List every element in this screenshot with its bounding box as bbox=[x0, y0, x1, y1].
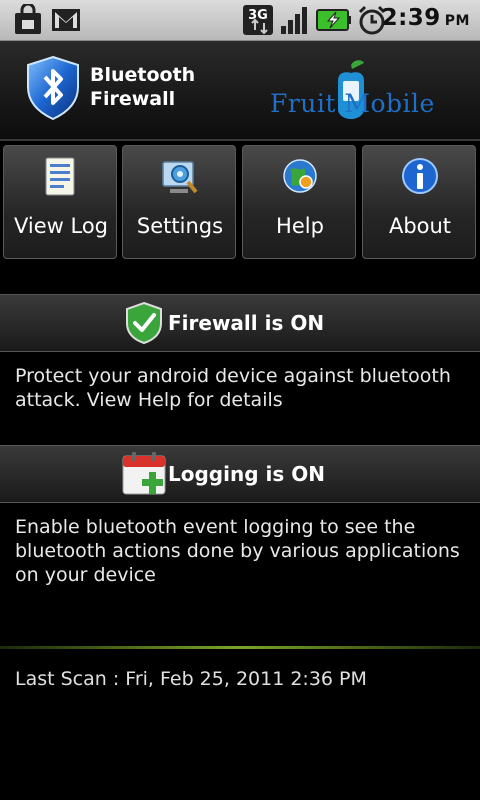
firewall-description: Protect your android device against blue… bbox=[15, 365, 451, 411]
status-bar: 3G 2:39 PM bbox=[0, 0, 480, 41]
calendar-add-icon bbox=[122, 452, 166, 495]
help-globe-icon bbox=[283, 159, 317, 193]
app-header: Bluetooth Firewall Fruit Mobile bbox=[0, 41, 480, 141]
shopping-bag-icon bbox=[15, 4, 41, 34]
help-label: Help bbox=[276, 214, 324, 238]
app-title-line2: Firewall bbox=[90, 88, 176, 110]
info-icon bbox=[402, 158, 438, 194]
last-scan-text: Last Scan : Fri, Feb 25, 2011 2:36 PM bbox=[15, 668, 367, 690]
settings-label: Settings bbox=[136, 214, 224, 238]
shield-check-icon bbox=[126, 301, 162, 345]
divider bbox=[0, 646, 480, 649]
clock-time: 2:39 bbox=[381, 5, 441, 31]
clock-ampm: PM bbox=[444, 13, 470, 29]
firewall-status-label: Firewall is ON bbox=[168, 311, 325, 335]
about-button[interactable]: About bbox=[362, 145, 476, 259]
gmail-icon bbox=[52, 9, 80, 31]
brand-name: Fruit Mobile bbox=[270, 89, 435, 118]
toolbar: View Log Settings Help About bbox=[0, 143, 480, 263]
network-type-label: 3G bbox=[248, 8, 268, 23]
clock: 2:39 PM bbox=[382, 5, 470, 31]
3g-data-icon: 3G bbox=[243, 5, 273, 35]
help-button[interactable]: Help bbox=[242, 145, 356, 259]
app-title: Bluetooth Firewall bbox=[90, 63, 195, 111]
logging-status-toggle[interactable]: Logging is ON bbox=[0, 445, 480, 503]
bluetooth-shield-icon bbox=[27, 55, 79, 121]
view-log-button[interactable]: View Log bbox=[3, 145, 117, 259]
battery-charging-icon bbox=[316, 9, 351, 31]
signal-strength-icon bbox=[281, 7, 307, 34]
view-log-label: View Log bbox=[13, 214, 109, 238]
logging-status-label: Logging is ON bbox=[168, 462, 325, 486]
settings-button[interactable]: Settings bbox=[122, 145, 236, 259]
firewall-status-toggle[interactable]: Firewall is ON bbox=[0, 294, 480, 352]
settings-icon bbox=[162, 161, 198, 194]
logging-description: Enable bluetooth event logging to see th… bbox=[15, 516, 460, 586]
log-document-icon bbox=[45, 157, 75, 196]
app-title-line1: Bluetooth bbox=[90, 64, 196, 86]
about-label: About bbox=[388, 214, 452, 238]
